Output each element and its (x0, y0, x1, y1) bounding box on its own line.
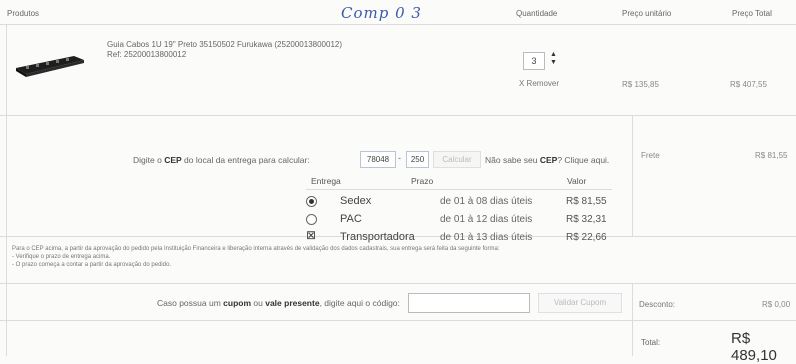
product-ref: Ref: 25200013800012 (107, 50, 187, 59)
shipping-option-name: PAC (340, 213, 362, 225)
quantity-input[interactable]: 3 (523, 52, 545, 70)
cep-separator: - (398, 153, 401, 163)
coupon-divider (0, 320, 796, 321)
remove-button[interactable]: X Remover (519, 79, 559, 88)
shipping-header-entrega: Entrega (311, 176, 341, 186)
handwritten-annotation: Comp 0 3 (341, 4, 422, 22)
quantity-stepper[interactable]: ▲ ▼ (550, 51, 557, 67)
summary-col-divider (632, 283, 633, 356)
coupon-label: Caso possua um cupom ou vale presente, d… (157, 298, 400, 308)
left-border (6, 24, 7, 356)
cep-help-link[interactable]: Não sabe seu CEP? Clique aqui. (485, 155, 609, 165)
discount-value: R$ 0,00 (762, 300, 791, 309)
notes-divider (0, 283, 796, 284)
product-name[interactable]: Guia Cabos 1U 19" Preto 35150502 Furukaw… (107, 40, 342, 49)
shipping-header-valor: Valor (567, 176, 587, 186)
shipping-option-transportadora[interactable]: ⊠ Transportadora de 01 à 13 dias úteis R… (306, 228, 612, 247)
shipping-option-valor: R$ 22,66 (566, 232, 607, 243)
radio-unselected-icon[interactable] (306, 214, 317, 225)
handwritten-check-icon[interactable]: ⊠ (306, 228, 316, 242)
frete-col-divider (632, 115, 633, 237)
shipping-note-3: - O prazo começa a contar a partir da ap… (12, 262, 172, 268)
shipping-option-valor: R$ 81,55 (566, 196, 607, 207)
stepper-up-icon[interactable]: ▲ (550, 51, 557, 59)
shipping-note-1: Para o CEP acima, a partir da aprovação … (12, 246, 500, 252)
radio-selected-icon[interactable] (306, 196, 317, 207)
header-divider (0, 24, 796, 25)
shipping-option-prazo: de 01 à 08 dias úteis (440, 196, 533, 207)
col-header-preco-unitario: Preço unitário (622, 9, 672, 18)
coupon-input[interactable] (408, 293, 530, 313)
calculate-shipping-button[interactable]: Calcular (433, 151, 481, 168)
shipping-option-name: Transportadora (340, 231, 415, 243)
frete-label: Frete (641, 151, 660, 160)
col-header-preco-total: Preço Total (732, 9, 772, 18)
cep-input-part2[interactable]: 250 (406, 151, 429, 168)
stepper-down-icon[interactable]: ▼ (550, 59, 557, 67)
shipping-table-divider (306, 189, 612, 190)
validate-coupon-button[interactable]: Validar Cupom (538, 293, 622, 313)
total-label: Total: (641, 338, 661, 347)
cep-input-part1[interactable]: 78048 (360, 151, 396, 168)
col-header-produtos: Produtos (7, 9, 40, 18)
total-value: R$ 489,10 (731, 330, 777, 364)
shipping-option-prazo: de 01 à 12 dias úteis (440, 214, 533, 225)
frete-value: R$ 81,55 (755, 151, 788, 160)
unit-price: R$ 135,85 (622, 80, 659, 89)
cep-label: Digite o CEP do local da entrega para ca… (133, 155, 310, 165)
shipping-option-valor: R$ 32,31 (566, 214, 607, 225)
shipping-option-name: Sedex (340, 195, 372, 207)
shipping-header-prazo: Prazo (411, 176, 434, 186)
shipping-option-sedex[interactable]: Sedex de 01 à 08 dias úteis R$ 81,55 (306, 195, 612, 211)
shipping-option-prazo: de 01 à 13 dias úteis (440, 232, 533, 243)
col-header-quantidade: Quantidade (516, 9, 558, 18)
discount-label: Desconto: (639, 300, 676, 309)
cable-guide-icon[interactable] (14, 52, 86, 83)
shipping-note-2: - Verifique o prazo de entrega acima. (12, 254, 111, 260)
product-divider (0, 115, 796, 116)
item-total-price: R$ 407,55 (730, 80, 767, 89)
shipping-option-pac[interactable]: PAC de 01 à 12 dias úteis R$ 32,31 (306, 213, 612, 229)
